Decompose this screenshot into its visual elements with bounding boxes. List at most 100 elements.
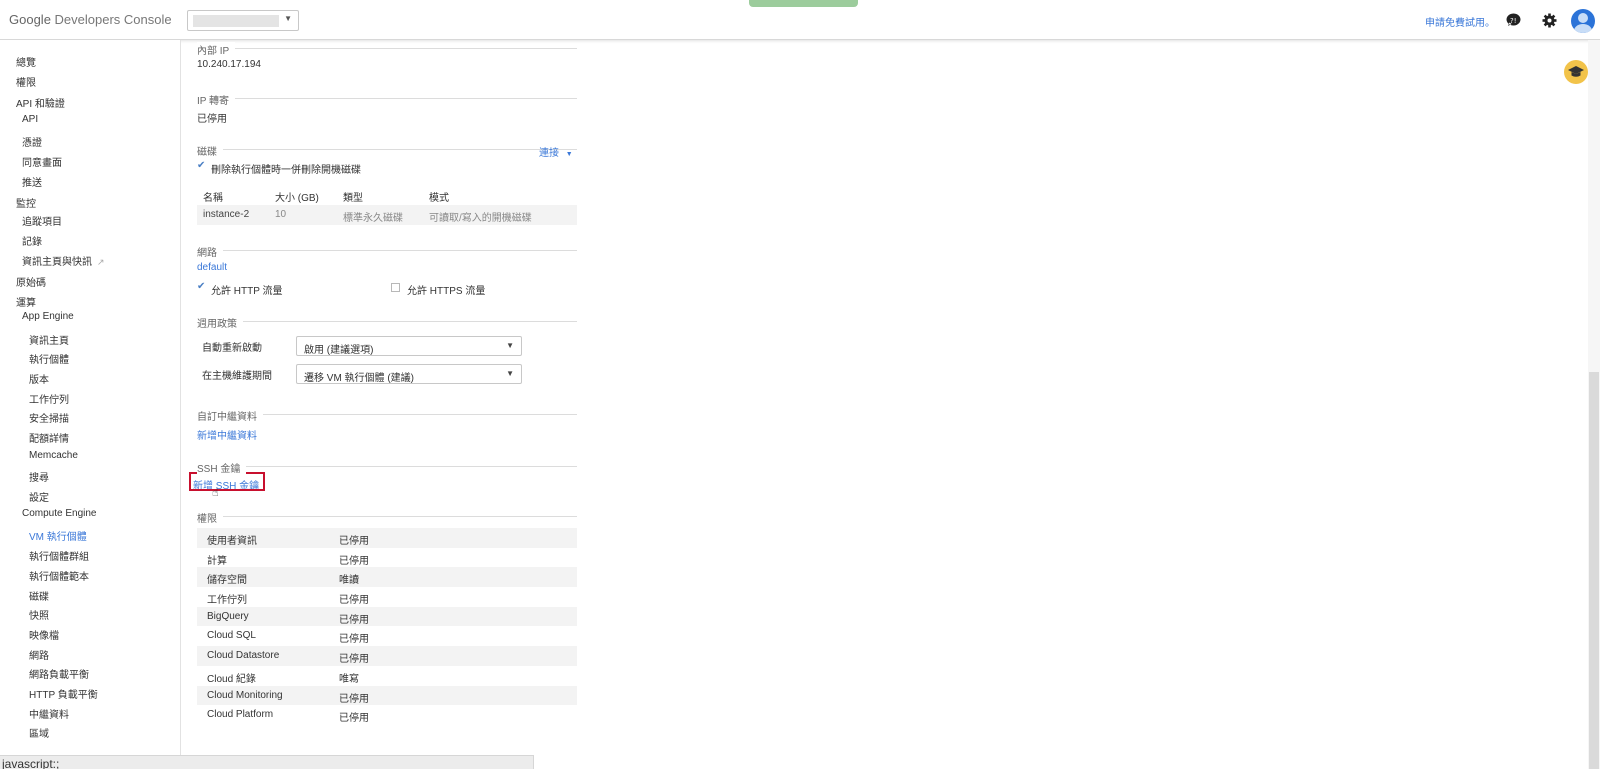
external-link-icon: ↗ xyxy=(97,257,105,267)
chevron-down-icon: ▼ xyxy=(506,369,514,378)
scrollbar-thumb[interactable] xyxy=(1589,372,1599,769)
sidebar-item-ae-versions[interactable]: 版本 xyxy=(29,371,49,386)
sidebar-item-metadata[interactable]: 中繼資料 xyxy=(29,706,69,721)
permission-name: Cloud Monitoring xyxy=(207,689,283,701)
permission-name: BigQuery xyxy=(207,610,249,622)
project-selector[interactable]: ▼ xyxy=(187,10,299,31)
allow-https-checkbox[interactable] xyxy=(391,283,400,292)
tutorial-hat-icon[interactable] xyxy=(1564,60,1588,84)
permission-name: Cloud SQL xyxy=(207,630,256,642)
sidebar-item-ae-memcache[interactable]: Memcache xyxy=(29,450,78,461)
project-name-redacted xyxy=(193,15,279,27)
column-header-type: 類型 xyxy=(343,193,363,204)
sidebar-item-disks[interactable]: 磁碟 xyxy=(29,588,49,603)
delete-boot-disk-checkbox[interactable]: ✔ xyxy=(197,161,207,171)
avatar-head-shape xyxy=(1578,13,1588,23)
permission-value: 已停用 xyxy=(339,634,369,646)
permission-value: 唯寫 xyxy=(339,673,359,685)
sidebar-item-images[interactable]: 映像檔 xyxy=(29,627,59,642)
disk-mode: 可讀取/寫入的開機磁碟 xyxy=(429,213,532,224)
sidebar-item-overview[interactable]: 總覽 xyxy=(16,54,36,69)
sidebar-item-instance-templates[interactable]: 執行個體範本 xyxy=(29,568,89,583)
sidebar-item-ae-instances[interactable]: 執行個體 xyxy=(29,351,69,366)
allow-http-label: 允許 HTTP 流量 xyxy=(211,286,283,297)
logo[interactable]: Google Developers Console xyxy=(9,12,172,27)
table-header-row: 名稱 大小 (GB) 類型 模式 xyxy=(197,185,577,205)
sidebar-item-http-lb[interactable]: HTTP 負載平衡 xyxy=(29,686,98,701)
section-availability-policy: 週用政策 xyxy=(197,315,577,330)
network-default-link[interactable]: default xyxy=(197,262,227,273)
permission-value: 已停用 xyxy=(339,536,369,547)
sidebar-item-ae-security-scans[interactable]: 安全掃描 xyxy=(29,410,69,425)
divider xyxy=(197,48,577,49)
disks-table: 名稱 大小 (GB) 類型 模式 instance-2 10 標準永久磁碟 可讀… xyxy=(197,185,577,225)
sidebar-item-push[interactable]: 推送 xyxy=(22,174,42,189)
divider xyxy=(197,321,577,322)
sidebar-item-networks[interactable]: 網路 xyxy=(29,647,49,662)
sidebar-item-credentials[interactable]: 憑證 xyxy=(22,134,42,149)
sidebar-item-trace[interactable]: 追蹤項目 xyxy=(22,213,62,228)
allow-https-label: 允許 HTTPS 流量 xyxy=(407,286,486,297)
sidebar-item-ae-settings[interactable]: 設定 xyxy=(29,489,49,504)
sidebar-item-consent-screen[interactable]: 同意畫面 xyxy=(22,154,62,169)
section-custom-metadata: 自訂中繼資料 xyxy=(197,408,577,423)
table-row: 工作佇列 已停用 xyxy=(197,587,577,607)
delete-boot-disk-label: 刪除執行個體時一併刪除開機磁碟 xyxy=(211,165,361,176)
sidebar-item-ae-search[interactable]: 搜尋 xyxy=(29,469,49,484)
section-disks: 磁碟 xyxy=(197,143,577,158)
status-url: javascript:; xyxy=(2,757,60,769)
sidebar-item-monitoring[interactable]: 監控 xyxy=(16,195,36,210)
permission-value: 已停用 xyxy=(339,595,369,607)
column-header-name: 名稱 xyxy=(203,193,223,204)
gear-icon[interactable] xyxy=(1541,12,1558,29)
sidebar-item-source-code[interactable]: 原始碼 xyxy=(16,274,46,289)
auto-restart-select[interactable]: 啟用 (建議選項) ▼ xyxy=(296,336,522,356)
user-avatar[interactable] xyxy=(1571,9,1595,33)
sidebar-item-compute-engine[interactable]: Compute Engine xyxy=(22,508,97,519)
allow-http-checkbox[interactable]: ✔ xyxy=(197,282,207,292)
sidebar-item-logs[interactable]: 記錄 xyxy=(22,233,42,248)
permissions-table: 使用者資訊 已停用 計算 已停用 儲存空間 唯讀 工作佇列 已停用 BigQue… xyxy=(197,528,577,725)
sidebar-item-api[interactable]: API xyxy=(22,114,38,125)
sidebar-item-network-lb[interactable]: 網路負載平衡 xyxy=(29,666,89,681)
internal-ip-value: 10.240.17.194 xyxy=(197,59,261,70)
section-network: 網路 xyxy=(197,244,577,259)
permission-name: Cloud Platform xyxy=(207,709,274,721)
table-row: Cloud Platform 已停用 xyxy=(197,705,577,725)
maintenance-select[interactable]: 遷移 VM 執行個體 (建議) ▼ xyxy=(296,364,522,384)
sidebar-item-instance-groups[interactable]: 執行個體群組 xyxy=(29,548,89,563)
mouse-cursor-icon: ☝ xyxy=(212,487,219,499)
maintenance-label: 在主機維護期間 xyxy=(202,371,272,382)
sidebar-item-vm-instances[interactable]: VM 執行個體 xyxy=(29,528,87,543)
sidebar-item-ae-dashboard[interactable]: 資訊主頁 xyxy=(29,332,69,347)
divider xyxy=(197,516,577,517)
table-row: Cloud 紀錄 唯寫 xyxy=(197,666,577,686)
table-row: 計算 已停用 xyxy=(197,548,577,568)
column-header-mode: 模式 xyxy=(429,193,449,204)
sidebar-item-snapshots[interactable]: 快照 xyxy=(29,607,49,622)
auto-restart-label: 自動重新啟動 xyxy=(202,343,262,354)
divider xyxy=(197,466,577,467)
disk-name[interactable]: instance-2 xyxy=(203,209,249,220)
add-metadata-link[interactable]: 新增中繼資料 xyxy=(197,427,257,442)
logo-product: Developers Console xyxy=(54,12,172,27)
sidebar-item-ae-task-queues[interactable]: 工作佇列 xyxy=(29,391,69,406)
loading-indicator xyxy=(749,0,858,7)
feedback-icon[interactable]: ?! xyxy=(1505,12,1522,29)
sidebar-item-zones[interactable]: 區域 xyxy=(29,725,49,740)
sidebar-item-app-engine[interactable]: App Engine xyxy=(22,311,74,322)
sidebar-item-compute[interactable]: 運算 xyxy=(16,294,36,309)
permission-name: Cloud 紀錄 xyxy=(207,673,256,685)
maintenance-value: 遷移 VM 執行個體 (建議) xyxy=(304,373,414,384)
sidebar-item-ae-quota[interactable]: 配額詳情 xyxy=(29,430,69,445)
attach-disk-link[interactable]: 連接 ▼ xyxy=(539,144,573,159)
table-row: Cloud SQL 已停用 xyxy=(197,626,577,646)
permission-name: Cloud Datastore xyxy=(207,650,280,662)
permission-value: 已停用 xyxy=(339,654,369,666)
sidebar-item-dashboards-alerts[interactable]: 資訊主頁與快訊 ↗ xyxy=(22,253,105,268)
disk-type: 標準永久磁碟 xyxy=(343,213,403,224)
permission-name: 工作佇列 xyxy=(207,595,247,607)
free-trial-link[interactable]: 申請免費試用。 xyxy=(1425,14,1495,29)
sidebar-item-permissions[interactable]: 權限 xyxy=(16,74,36,89)
sidebar-item-apis-auth[interactable]: API 和驗證 xyxy=(16,95,65,110)
